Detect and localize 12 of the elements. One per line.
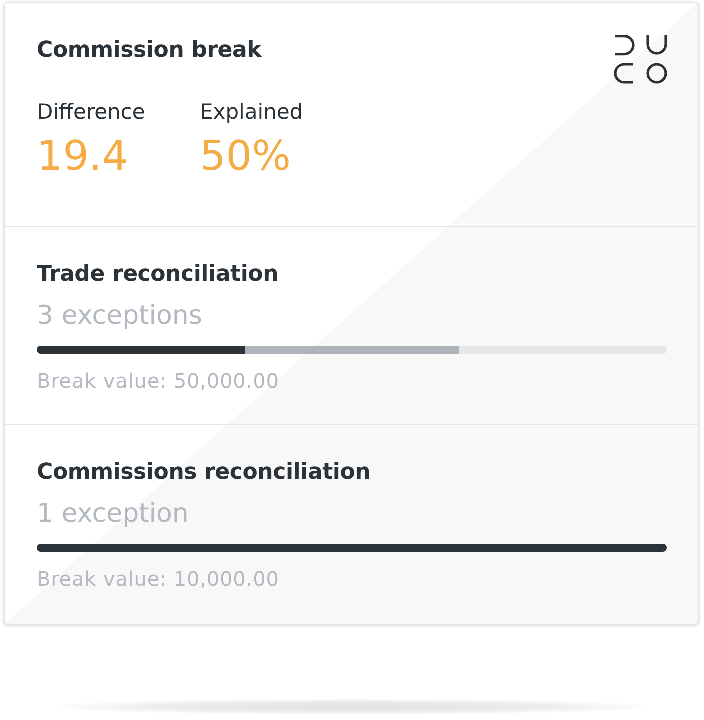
metric-label: Explained — [200, 99, 304, 126]
metric-value: 19.4 — [37, 132, 128, 180]
section-title: Trade reconciliation — [37, 261, 280, 289]
card-title: Commission break — [37, 37, 263, 65]
exception-count: 1 exception — [37, 498, 190, 530]
metric-label: Difference — [37, 99, 146, 126]
metric-value: 50% — [200, 132, 292, 180]
exception-count: 3 exceptions — [37, 300, 204, 332]
break-value: Break value: 50,000.00 — [37, 369, 280, 393]
section-title: Commissions reconciliation — [37, 459, 372, 487]
logo-icon — [614, 34, 668, 85]
break-value: Break value: 10,000.00 — [37, 567, 280, 591]
